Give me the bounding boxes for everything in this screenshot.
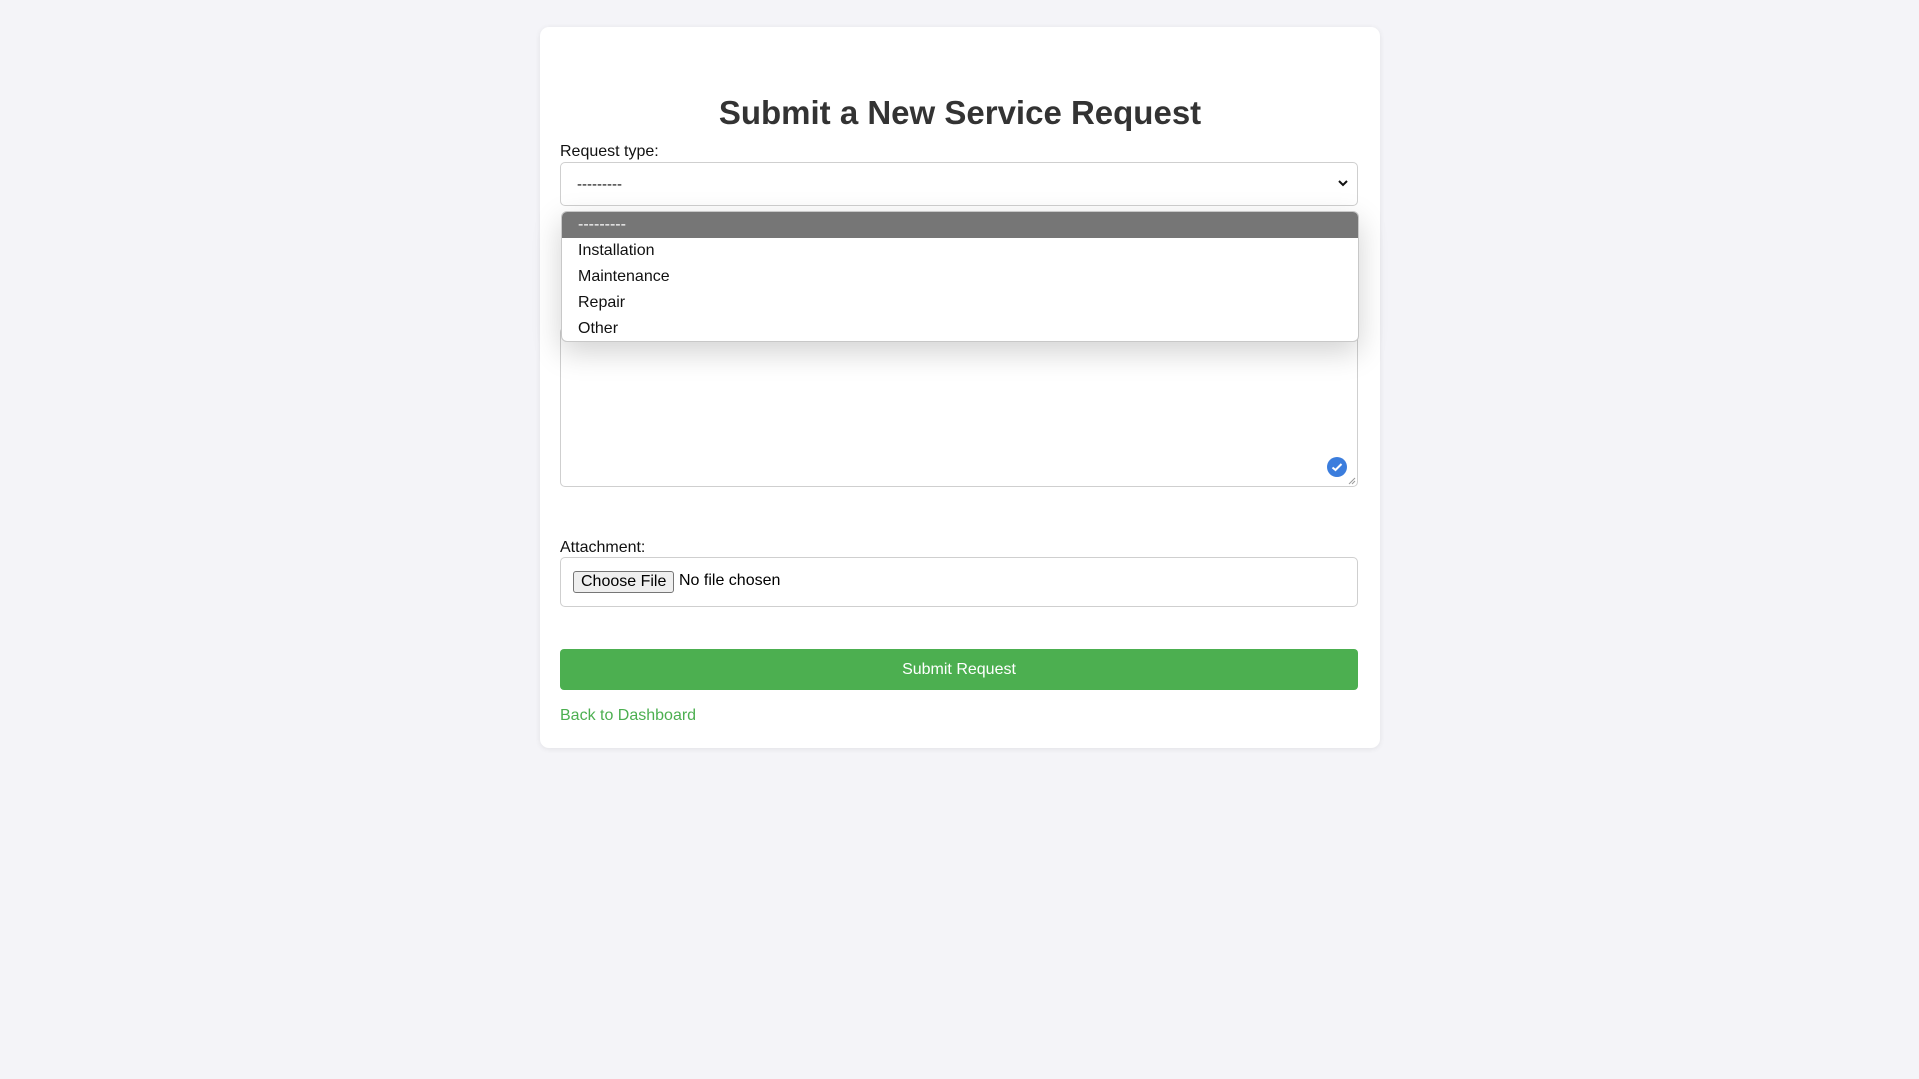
dropdown-option-maintenance[interactable]: Maintenance: [562, 264, 1358, 290]
request-type-value: ---------: [577, 176, 622, 193]
request-type-select[interactable]: ---------: [560, 162, 1358, 206]
dropdown-option-other[interactable]: Other: [562, 316, 1358, 341]
request-form-card: Submit a New Service Request Request typ…: [540, 27, 1380, 748]
dropdown-option-empty[interactable]: ---------: [562, 212, 1358, 238]
request-type-label: Request type:: [560, 143, 659, 160]
file-status-text: No file chosen: [679, 572, 781, 589]
chevron-down-icon: [1338, 180, 1348, 187]
dropdown-option-installation[interactable]: Installation: [562, 238, 1358, 264]
description-textarea[interactable]: [560, 327, 1358, 487]
resize-grip-icon[interactable]: [1348, 477, 1356, 485]
dropdown-option-repair[interactable]: Repair: [562, 290, 1358, 316]
request-type-dropdown-list: --------- Installation Maintenance Repai…: [561, 211, 1359, 342]
choose-file-button[interactable]: Choose File: [573, 571, 675, 593]
submit-request-button[interactable]: Submit Request: [560, 649, 1358, 690]
attachment-label: Attachment:: [560, 539, 646, 556]
page-title: Submit a New Service Request: [718, 94, 1202, 131]
back-to-dashboard-link[interactable]: Back to Dashboard: [560, 707, 696, 725]
check-circle-icon: [1327, 457, 1347, 477]
attachment-file-input[interactable]: Choose File No file chosen: [560, 557, 1358, 607]
